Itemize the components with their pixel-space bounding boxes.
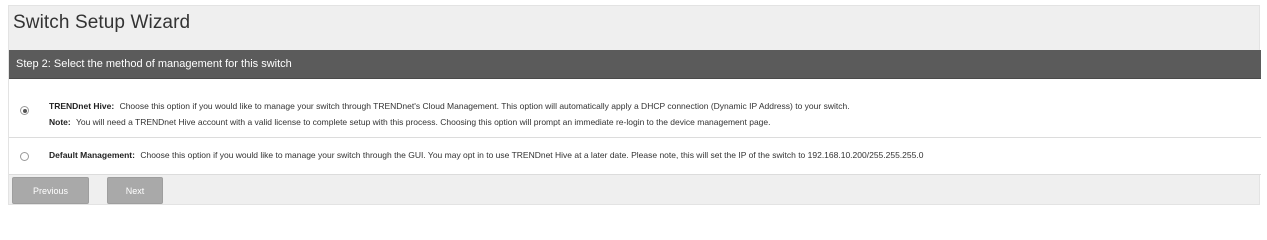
previous-button[interactable]: Previous <box>12 177 89 204</box>
default-management-label: Default Management: <box>49 150 135 160</box>
trendnet-hive-radio[interactable] <box>20 106 29 115</box>
next-button[interactable]: Next <box>107 177 163 204</box>
trendnet-hive-description: Choose this option if you would like to … <box>119 101 850 111</box>
switch-setup-wizard: Switch Setup Wizard Step 2: Select the m… <box>8 5 1261 206</box>
management-options: TRENDnet Hive: Choose this option if you… <box>9 79 1261 175</box>
step-header: Step 2: Select the method of management … <box>9 50 1261 79</box>
default-management-description: Choose this option if you would like to … <box>140 150 924 160</box>
default-management-radio[interactable] <box>20 152 29 161</box>
trendnet-hive-note: Note: You will need a TRENDnet Hive acco… <box>49 117 771 127</box>
option-default-management[interactable]: Default Management: Choose this option i… <box>9 138 1261 175</box>
option-trendnet-hive[interactable]: TRENDnet Hive: Choose this option if you… <box>9 79 1261 138</box>
trendnet-hive-text: TRENDnet Hive: Choose this option if you… <box>49 101 850 111</box>
trendnet-hive-label: TRENDnet Hive: <box>49 101 115 111</box>
wizard-footer: Previous Next <box>9 176 1261 206</box>
step-label: Step 2: Select the method of management … <box>16 58 292 70</box>
page-title: Switch Setup Wizard <box>13 12 191 33</box>
note-text: You will need a TRENDnet Hive account wi… <box>75 117 771 127</box>
default-management-text: Default Management: Choose this option i… <box>49 150 923 160</box>
note-label: Note: <box>49 117 71 127</box>
